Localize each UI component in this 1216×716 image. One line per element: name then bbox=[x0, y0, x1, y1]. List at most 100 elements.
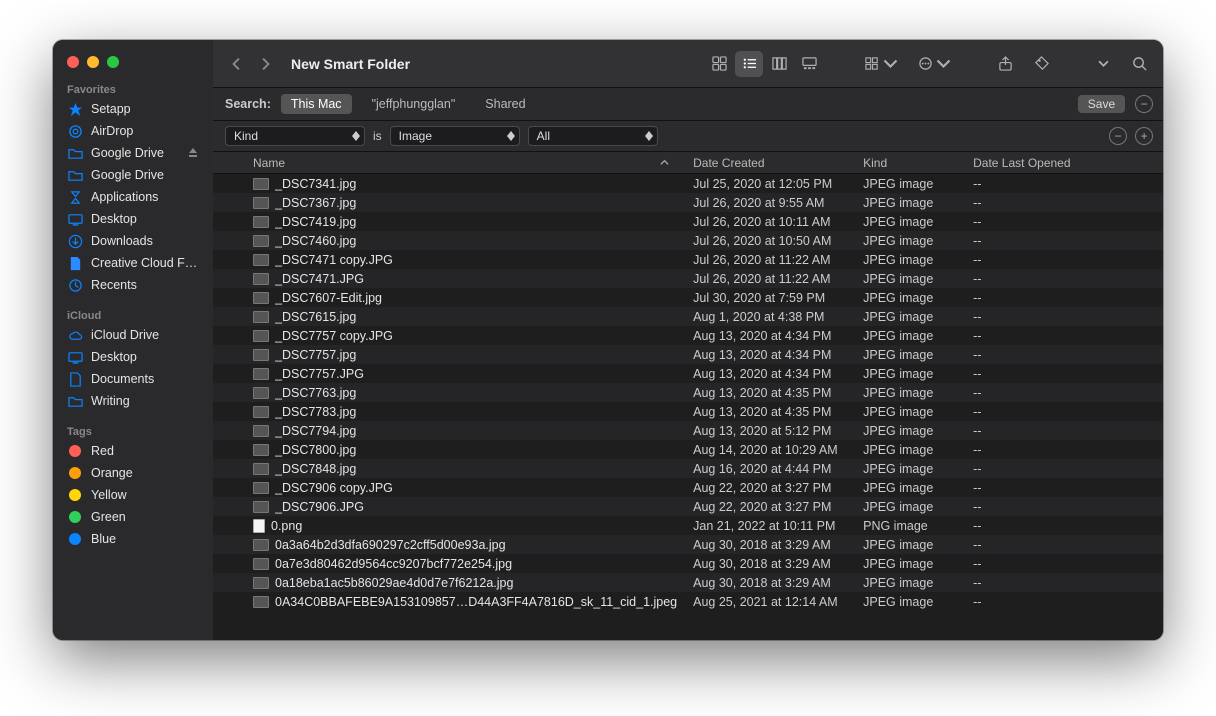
file-name: _DSC7471.JPG bbox=[275, 272, 364, 286]
scope-user[interactable]: "jeffphungglan" bbox=[362, 94, 466, 114]
file-name: 0a18eba1ac5b86029ae4d0d7e7f6212a.jpg bbox=[275, 576, 513, 590]
sidebar-item-label: Google Drive bbox=[91, 168, 199, 182]
file-row[interactable]: _DSC7607-Edit.jpgJul 30, 2020 at 7:59 PM… bbox=[213, 288, 1163, 307]
sidebar-item-label: Setapp bbox=[91, 102, 199, 116]
sidebar-item[interactable]: Red bbox=[53, 440, 213, 462]
file-date-created: Aug 13, 2020 at 4:34 PM bbox=[685, 348, 855, 362]
file-row[interactable]: 0a3a64b2d3dfa690297c2cff5d00e93a.jpgAug … bbox=[213, 535, 1163, 554]
criteria-attribute-select[interactable]: Kind bbox=[225, 126, 365, 146]
file-name: _DSC7848.jpg bbox=[275, 462, 356, 476]
scope-shared[interactable]: Shared bbox=[475, 94, 535, 114]
file-row[interactable]: _DSC7615.jpgAug 1, 2020 at 4:38 PMJPEG i… bbox=[213, 307, 1163, 326]
file-row[interactable]: 0.pngJan 21, 2022 at 10:11 PMPNG image-- bbox=[213, 516, 1163, 535]
file-row[interactable]: _DSC7460.jpgJul 26, 2020 at 10:50 AMJPEG… bbox=[213, 231, 1163, 250]
file-thumbnail-icon bbox=[253, 178, 269, 190]
column-date-opened[interactable]: Date Last Opened bbox=[965, 156, 1163, 170]
minimize-window-button[interactable] bbox=[87, 56, 99, 68]
file-date-created: Aug 22, 2020 at 3:27 PM bbox=[685, 481, 855, 495]
remove-search-button[interactable]: − bbox=[1135, 95, 1153, 113]
forward-button[interactable] bbox=[255, 53, 277, 75]
sidebar-item[interactable]: Recents bbox=[53, 274, 213, 296]
file-row[interactable]: _DSC7471 copy.JPGJul 26, 2020 at 11:22 A… bbox=[213, 250, 1163, 269]
file-date-opened: -- bbox=[965, 196, 1163, 210]
sidebar-item-label: Red bbox=[91, 444, 199, 458]
sidebar-item[interactable]: Desktop bbox=[53, 208, 213, 230]
column-view-button[interactable] bbox=[765, 51, 793, 77]
more-button[interactable] bbox=[1089, 51, 1117, 77]
group-by-button[interactable] bbox=[859, 51, 904, 77]
sidebar-item[interactable]: Blue bbox=[53, 528, 213, 550]
sidebar-item[interactable]: Documents bbox=[53, 368, 213, 390]
back-button[interactable] bbox=[225, 53, 247, 75]
sidebar-item[interactable]: Creative Cloud Files bbox=[53, 252, 213, 274]
list-view-button[interactable] bbox=[735, 51, 763, 77]
main-area: New Smart Folder bbox=[213, 40, 1163, 640]
column-name[interactable]: Name bbox=[213, 156, 685, 170]
criteria-value-select[interactable]: Image bbox=[390, 126, 520, 146]
file-row[interactable]: _DSC7794.jpgAug 13, 2020 at 5:12 PMJPEG … bbox=[213, 421, 1163, 440]
file-thumbnail-icon bbox=[253, 349, 269, 361]
eject-icon[interactable] bbox=[187, 146, 199, 161]
file-name: _DSC7783.jpg bbox=[275, 405, 356, 419]
file-date-opened: -- bbox=[965, 424, 1163, 438]
file-date-created: Aug 30, 2018 at 3:29 AM bbox=[685, 538, 855, 552]
sidebar-item-label: Creative Cloud Files bbox=[91, 256, 199, 270]
file-row[interactable]: 0A34C0BBAFEBE9A153109857…D44A3FF4A7816D_… bbox=[213, 592, 1163, 611]
file-kind: PNG image bbox=[855, 519, 965, 533]
file-kind: JPEG image bbox=[855, 291, 965, 305]
save-search-button[interactable]: Save bbox=[1078, 95, 1125, 113]
file-row[interactable]: 0a18eba1ac5b86029ae4d0d7e7f6212a.jpgAug … bbox=[213, 573, 1163, 592]
icon-view-button[interactable] bbox=[705, 51, 733, 77]
file-row[interactable]: _DSC7757 copy.JPGAug 13, 2020 at 4:34 PM… bbox=[213, 326, 1163, 345]
sidebar-item[interactable]: Green bbox=[53, 506, 213, 528]
column-kind[interactable]: Kind bbox=[855, 156, 965, 170]
file-row[interactable]: _DSC7471.JPGJul 26, 2020 at 11:22 AMJPEG… bbox=[213, 269, 1163, 288]
file-kind: JPEG image bbox=[855, 595, 965, 609]
desktop-icon bbox=[67, 211, 83, 227]
scope-this-mac[interactable]: This Mac bbox=[281, 94, 352, 114]
search-button[interactable] bbox=[1125, 51, 1153, 77]
file-row[interactable]: _DSC7763.jpgAug 13, 2020 at 4:35 PMJPEG … bbox=[213, 383, 1163, 402]
zoom-window-button[interactable] bbox=[107, 56, 119, 68]
sidebar-item[interactable]: Writing bbox=[53, 390, 213, 412]
file-row[interactable]: _DSC7419.jpgJul 26, 2020 at 10:11 AMJPEG… bbox=[213, 212, 1163, 231]
criteria-subvalue-select[interactable]: All bbox=[528, 126, 658, 146]
sidebar-item-label: Recents bbox=[91, 278, 199, 292]
documents-icon bbox=[67, 371, 83, 387]
file-name: _DSC7419.jpg bbox=[275, 215, 356, 229]
action-menu-button[interactable] bbox=[912, 51, 957, 77]
sidebar-item[interactable]: iCloud Drive bbox=[53, 324, 213, 346]
sidebar-item[interactable]: AirDrop bbox=[53, 120, 213, 142]
share-button[interactable] bbox=[991, 51, 1019, 77]
sidebar-item[interactable]: Setapp bbox=[53, 98, 213, 120]
file-row[interactable]: _DSC7800.jpgAug 14, 2020 at 10:29 AMJPEG… bbox=[213, 440, 1163, 459]
desktop-icon bbox=[67, 349, 83, 365]
sidebar-item[interactable]: Yellow bbox=[53, 484, 213, 506]
file-row[interactable]: _DSC7757.JPGAug 13, 2020 at 4:34 PMJPEG … bbox=[213, 364, 1163, 383]
sidebar-item[interactable]: Google Drive bbox=[53, 142, 213, 164]
file-row[interactable]: _DSC7757.jpgAug 13, 2020 at 4:34 PMJPEG … bbox=[213, 345, 1163, 364]
sidebar-item[interactable]: Orange bbox=[53, 462, 213, 484]
file-row[interactable]: _DSC7848.jpgAug 16, 2020 at 4:44 PMJPEG … bbox=[213, 459, 1163, 478]
gallery-view-button[interactable] bbox=[795, 51, 823, 77]
file-kind: JPEG image bbox=[855, 348, 965, 362]
file-row[interactable]: _DSC7341.jpgJul 25, 2020 at 12:05 PMJPEG… bbox=[213, 174, 1163, 193]
remove-criteria-button[interactable]: − bbox=[1109, 127, 1127, 145]
sidebar-item[interactable]: Desktop bbox=[53, 346, 213, 368]
column-date-created[interactable]: Date Created bbox=[685, 156, 855, 170]
file-row[interactable]: _DSC7906.JPGAug 22, 2020 at 3:27 PMJPEG … bbox=[213, 497, 1163, 516]
file-row[interactable]: 0a7e3d80462d9564cc9207bcf772e254.jpgAug … bbox=[213, 554, 1163, 573]
window-title: New Smart Folder bbox=[291, 56, 410, 72]
file-row[interactable]: _DSC7367.jpgJul 26, 2020 at 9:55 AMJPEG … bbox=[213, 193, 1163, 212]
file-date-opened: -- bbox=[965, 177, 1163, 191]
add-criteria-button[interactable]: + bbox=[1135, 127, 1153, 145]
close-window-button[interactable] bbox=[67, 56, 79, 68]
sidebar-item[interactable]: Downloads bbox=[53, 230, 213, 252]
file-row[interactable]: _DSC7783.jpgAug 13, 2020 at 4:35 PMJPEG … bbox=[213, 402, 1163, 421]
file-row[interactable]: _DSC7906 copy.JPGAug 22, 2020 at 3:27 PM… bbox=[213, 478, 1163, 497]
sidebar-item[interactable]: Google Drive bbox=[53, 164, 213, 186]
file-kind: JPEG image bbox=[855, 443, 965, 457]
file-date-opened: -- bbox=[965, 215, 1163, 229]
tags-button[interactable] bbox=[1027, 51, 1055, 77]
sidebar-item[interactable]: Applications bbox=[53, 186, 213, 208]
